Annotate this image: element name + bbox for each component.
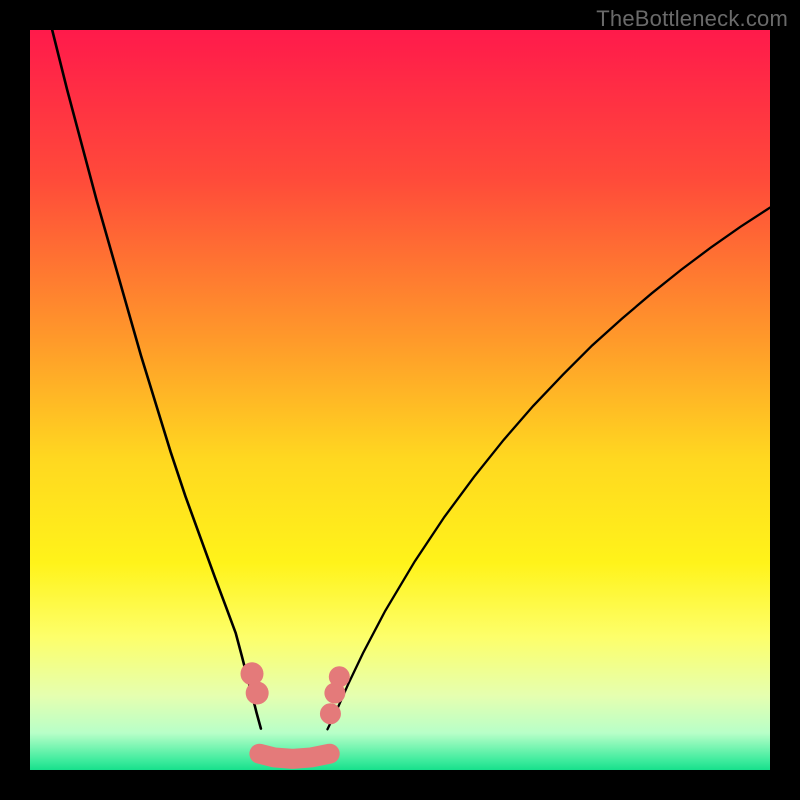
plot-area	[30, 30, 770, 770]
chart-svg	[30, 30, 770, 770]
left-dot-upper	[241, 662, 264, 685]
gradient-background	[30, 30, 770, 770]
right-dot-lower	[320, 703, 341, 724]
right-dot-mid	[324, 683, 345, 704]
left-dot-lower	[246, 682, 269, 705]
valley-bottom	[259, 754, 329, 759]
watermark-text: TheBottleneck.com	[596, 6, 788, 32]
chart-frame: TheBottleneck.com	[0, 0, 800, 800]
